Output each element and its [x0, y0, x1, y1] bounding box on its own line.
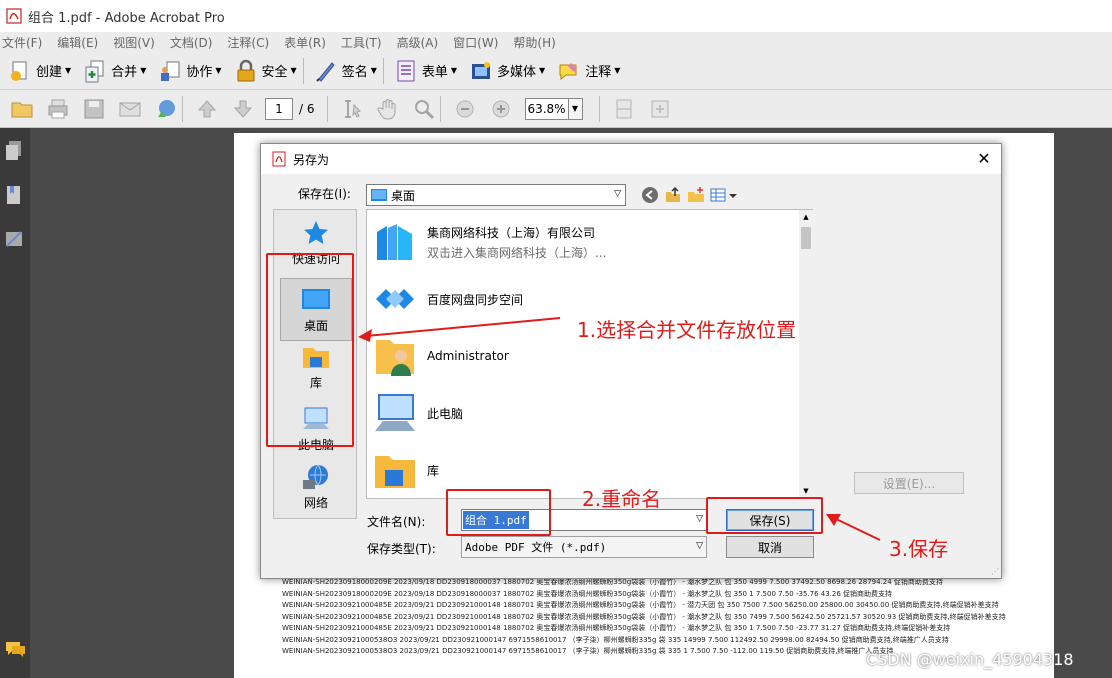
annotation-step1: 1.选择合并文件存放位置 — [577, 318, 797, 342]
arrow-head-1 — [358, 329, 372, 342]
annotation-arrows — [358, 317, 881, 541]
arrow-line-3 — [833, 517, 881, 541]
arrow-line-1 — [365, 317, 561, 337]
annotation-step2: 2.重命名 — [582, 487, 662, 511]
annotation-step3: 3.保存 — [889, 537, 949, 561]
